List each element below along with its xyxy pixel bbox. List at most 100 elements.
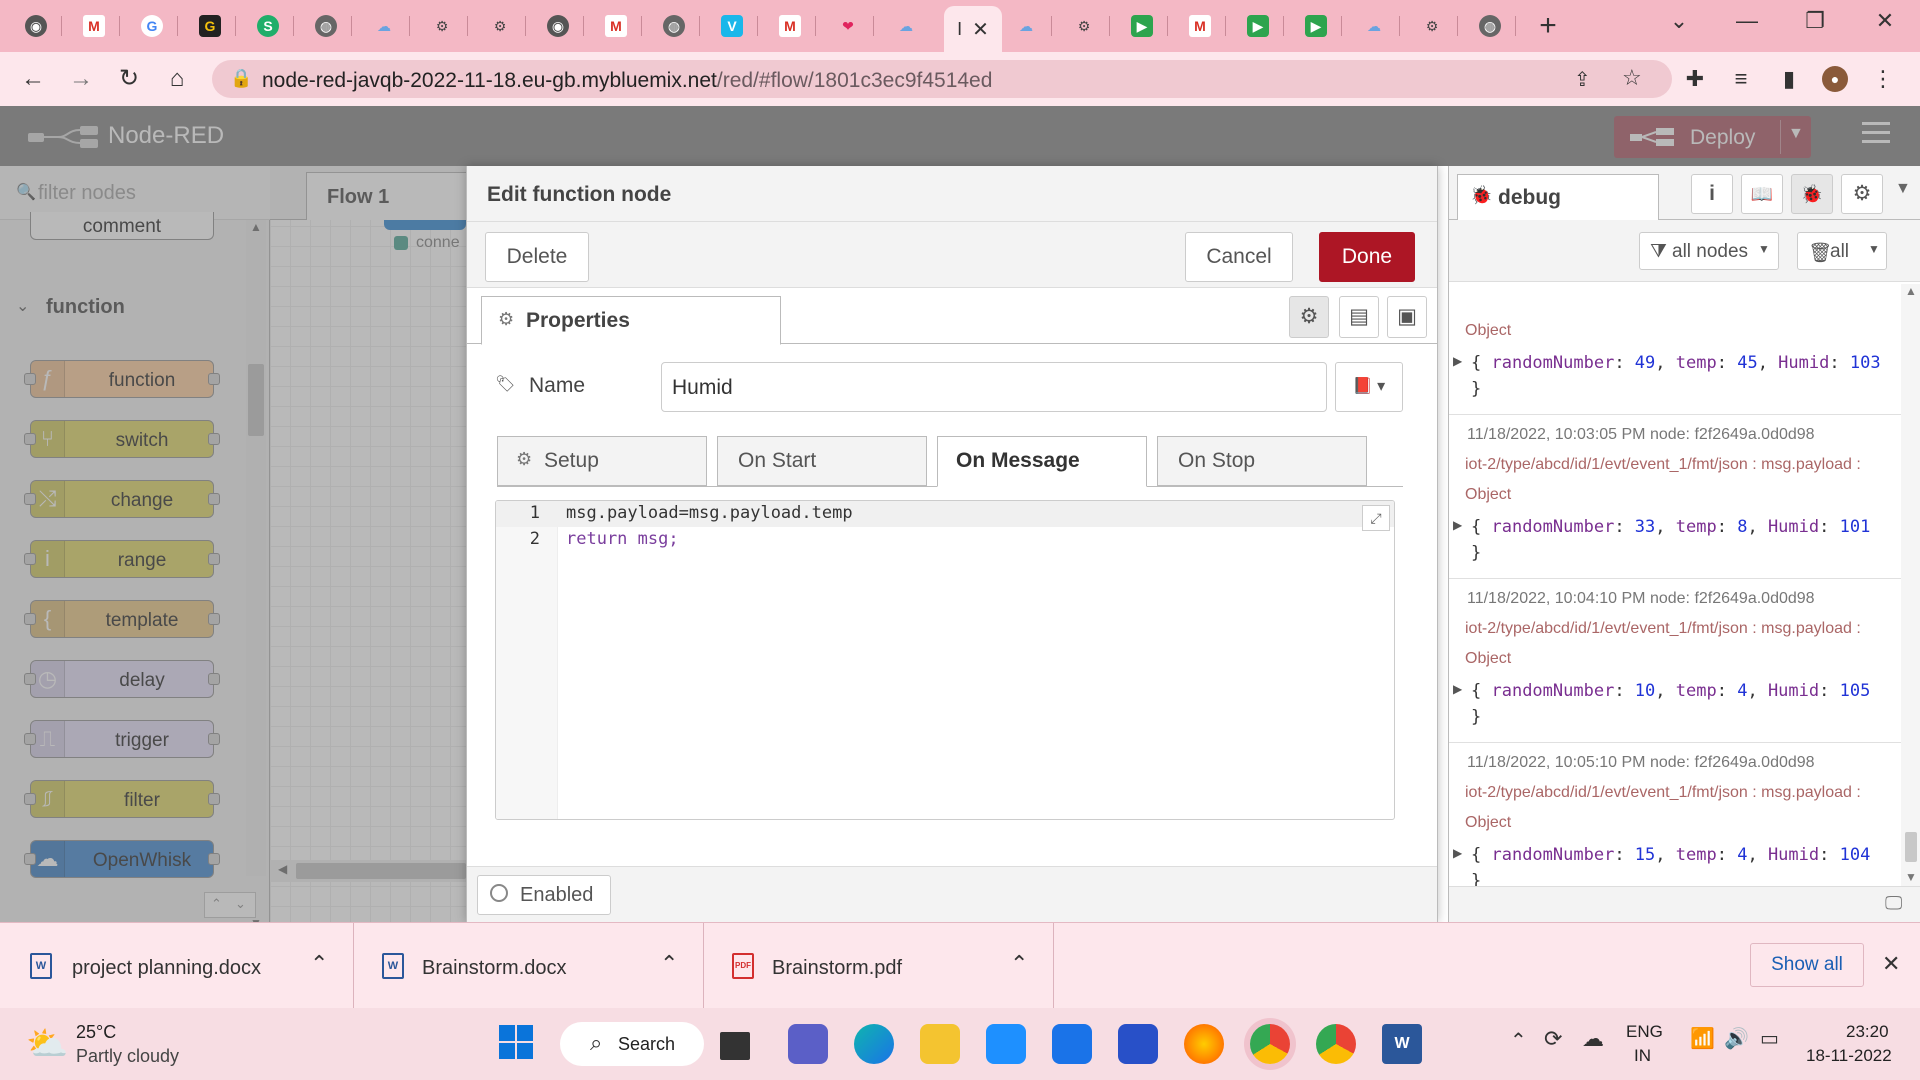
info-icon[interactable]: i [1691, 174, 1733, 214]
side-panel-icon[interactable]: ▮ [1776, 66, 1802, 92]
firefox-icon[interactable] [1184, 1024, 1224, 1064]
debug-bug-icon[interactable]: 🐞 [1791, 174, 1833, 214]
lang-bottom[interactable]: IN [1634, 1046, 1651, 1066]
clock-time[interactable]: 23:20 [1846, 1022, 1889, 1042]
expand-editor-icon[interactable]: ⤢ [1362, 505, 1390, 531]
mail-icon[interactable] [1052, 1024, 1092, 1064]
chrome-taskbar-icon[interactable] [1250, 1024, 1290, 1064]
config-gear-icon[interactable]: ⚙ [1841, 174, 1883, 214]
code-line[interactable]: msg.payload=msg.payload.temp [566, 503, 853, 523]
browser-tab[interactable]: G [126, 8, 178, 44]
browser-tab[interactable]: ⚙ [416, 8, 468, 44]
media-control-icon[interactable]: ≡ [1728, 66, 1754, 92]
browser-tab[interactable]: ◍ [1464, 8, 1516, 44]
browser-tab[interactable]: ⚙ [474, 8, 526, 44]
forward-icon[interactable]: → [66, 64, 96, 94]
file-explorer-icon[interactable] [920, 1024, 960, 1064]
browser-tab[interactable]: G [184, 8, 236, 44]
browser-tab[interactable]: ◉ [10, 8, 62, 44]
new-tab-button[interactable]: + [1522, 8, 1574, 44]
expand-caret-icon[interactable]: ▶ [1453, 846, 1462, 860]
cancel-button[interactable]: Cancel [1185, 232, 1293, 282]
close-window-icon[interactable]: ✕ [1862, 8, 1908, 34]
tab-setup[interactable]: ⚙ Setup [497, 436, 707, 486]
code-editor[interactable]: 1 msg.payload=msg.payload.temp 2 return msg… [495, 500, 1395, 820]
library-button[interactable]: 📕 ▾ [1335, 362, 1403, 412]
help-icon[interactable]: 📖 [1741, 174, 1783, 214]
sidebar-menu-icon[interactable]: ▼ [1895, 180, 1911, 198]
expand-caret-icon[interactable]: ▶ [1453, 354, 1462, 368]
browser-tab[interactable]: V [706, 8, 758, 44]
chevron-up-icon[interactable]: ⌃ [1010, 951, 1028, 977]
task-view-icon[interactable] [720, 1032, 750, 1060]
browser-tab[interactable]: ☁ [1000, 8, 1052, 44]
download-item[interactable]: W project planning.docx ⌃ [0, 923, 354, 1009]
show-hidden-icons[interactable]: ⌃ [1510, 1028, 1527, 1053]
teams-chat-icon[interactable] [788, 1024, 828, 1064]
lang-top[interactable]: ENG [1626, 1022, 1663, 1042]
delete-button[interactable]: Delete [485, 232, 589, 282]
browser-tab[interactable]: ⚙ [1406, 8, 1458, 44]
browser-tab[interactable]: ▶ [1290, 8, 1342, 44]
enabled-toggle[interactable]: Enabled [477, 875, 611, 915]
download-item[interactable]: W Brainstorm.docx ⌃ [354, 923, 704, 1009]
profile-avatar[interactable]: ● [1822, 66, 1848, 92]
wifi-icon[interactable]: 📶 [1690, 1026, 1715, 1051]
close-downloads-icon[interactable]: ✕ [1882, 951, 1900, 977]
browser-tab[interactable]: ◉ [532, 8, 584, 44]
volume-icon[interactable]: 🔊 [1724, 1026, 1749, 1051]
debug-scrollbar[interactable]: ▲ ▼ [1901, 284, 1920, 886]
start-button[interactable] [498, 1024, 538, 1064]
sync-icon[interactable]: ⟳ [1544, 1026, 1562, 1052]
tab-on-start[interactable]: On Start [717, 436, 927, 486]
expand-caret-icon[interactable]: ▶ [1453, 682, 1462, 696]
tab-properties[interactable]: ⚙ Properties [481, 296, 781, 345]
reload-icon[interactable]: ↻ [114, 64, 144, 94]
tab-on-stop[interactable]: On Stop [1157, 436, 1367, 486]
browser-tab[interactable]: M [764, 8, 816, 44]
browser-tab[interactable]: ☁ [1348, 8, 1400, 44]
extensions-icon[interactable]: ✚ [1682, 66, 1708, 92]
clock-date[interactable]: 18-11-2022 [1806, 1046, 1892, 1066]
back-icon[interactable]: ← [18, 64, 48, 94]
chevron-up-icon[interactable]: ⌃ [660, 951, 678, 977]
browser-tab[interactable]: M [590, 8, 642, 44]
show-all-button[interactable]: Show all [1750, 943, 1864, 987]
tab-search-icon[interactable]: ⌄ [1656, 8, 1702, 34]
node-appearance-icon[interactable]: ▣ [1387, 296, 1427, 338]
browser-tab[interactable]: M [1174, 8, 1226, 44]
browser-tab[interactable]: ◍ [648, 8, 700, 44]
browser-tab[interactable]: ❤ [822, 8, 874, 44]
home-icon[interactable]: ⌂ [162, 64, 192, 94]
word-icon[interactable]: W [1382, 1024, 1422, 1064]
tab-on-message[interactable]: On Message [937, 436, 1147, 487]
app-icon[interactable] [1118, 1024, 1158, 1064]
monitor-icon[interactable]: 🖵 [1885, 893, 1902, 914]
browser-tab[interactable]: ◍ [300, 8, 352, 44]
browser-tab[interactable]: ▶ [1116, 8, 1168, 44]
taskbar-search[interactable]: ⌕ Search [560, 1022, 704, 1066]
restore-icon[interactable]: ❐ [1792, 8, 1838, 34]
filter-nodes-dropdown[interactable]: ⧩ all nodes ▼ [1639, 232, 1779, 270]
browser-tab[interactable]: ▶ [1232, 8, 1284, 44]
browser-tab[interactable]: S [242, 8, 294, 44]
download-item[interactable]: PDF Brainstorm.pdf ⌃ [704, 923, 1054, 1009]
expand-caret-icon[interactable]: ▶ [1453, 518, 1462, 532]
chrome-menu-icon[interactable]: ⋮ [1870, 66, 1896, 92]
edge-icon[interactable] [854, 1024, 894, 1064]
tab-debug[interactable]: 🐞 debug [1457, 174, 1659, 221]
battery-icon[interactable]: ▭ [1760, 1026, 1779, 1051]
code-line[interactable]: return msg; [566, 529, 679, 549]
store-icon[interactable] [986, 1024, 1026, 1064]
minimize-icon[interactable]: — [1724, 8, 1770, 34]
browser-tab-active[interactable]: I ✕ [944, 6, 1002, 52]
browser-tab[interactable]: M [68, 8, 120, 44]
chevron-up-icon[interactable]: ⌃ [310, 951, 328, 977]
chrome-profile-icon[interactable] [1316, 1024, 1356, 1064]
clear-messages-dropdown[interactable]: 🗑 all ▼ [1797, 232, 1887, 270]
done-button[interactable]: Done [1319, 232, 1415, 282]
browser-tab[interactable]: ☁ [880, 8, 932, 44]
bookmark-star-icon[interactable]: ☆ [1622, 65, 1642, 91]
address-bar[interactable]: 🔒 node-red-javqb-2022-11-18.eu-gb.myblue… [212, 60, 1672, 98]
onedrive-icon[interactable]: ☁ [1582, 1026, 1604, 1052]
